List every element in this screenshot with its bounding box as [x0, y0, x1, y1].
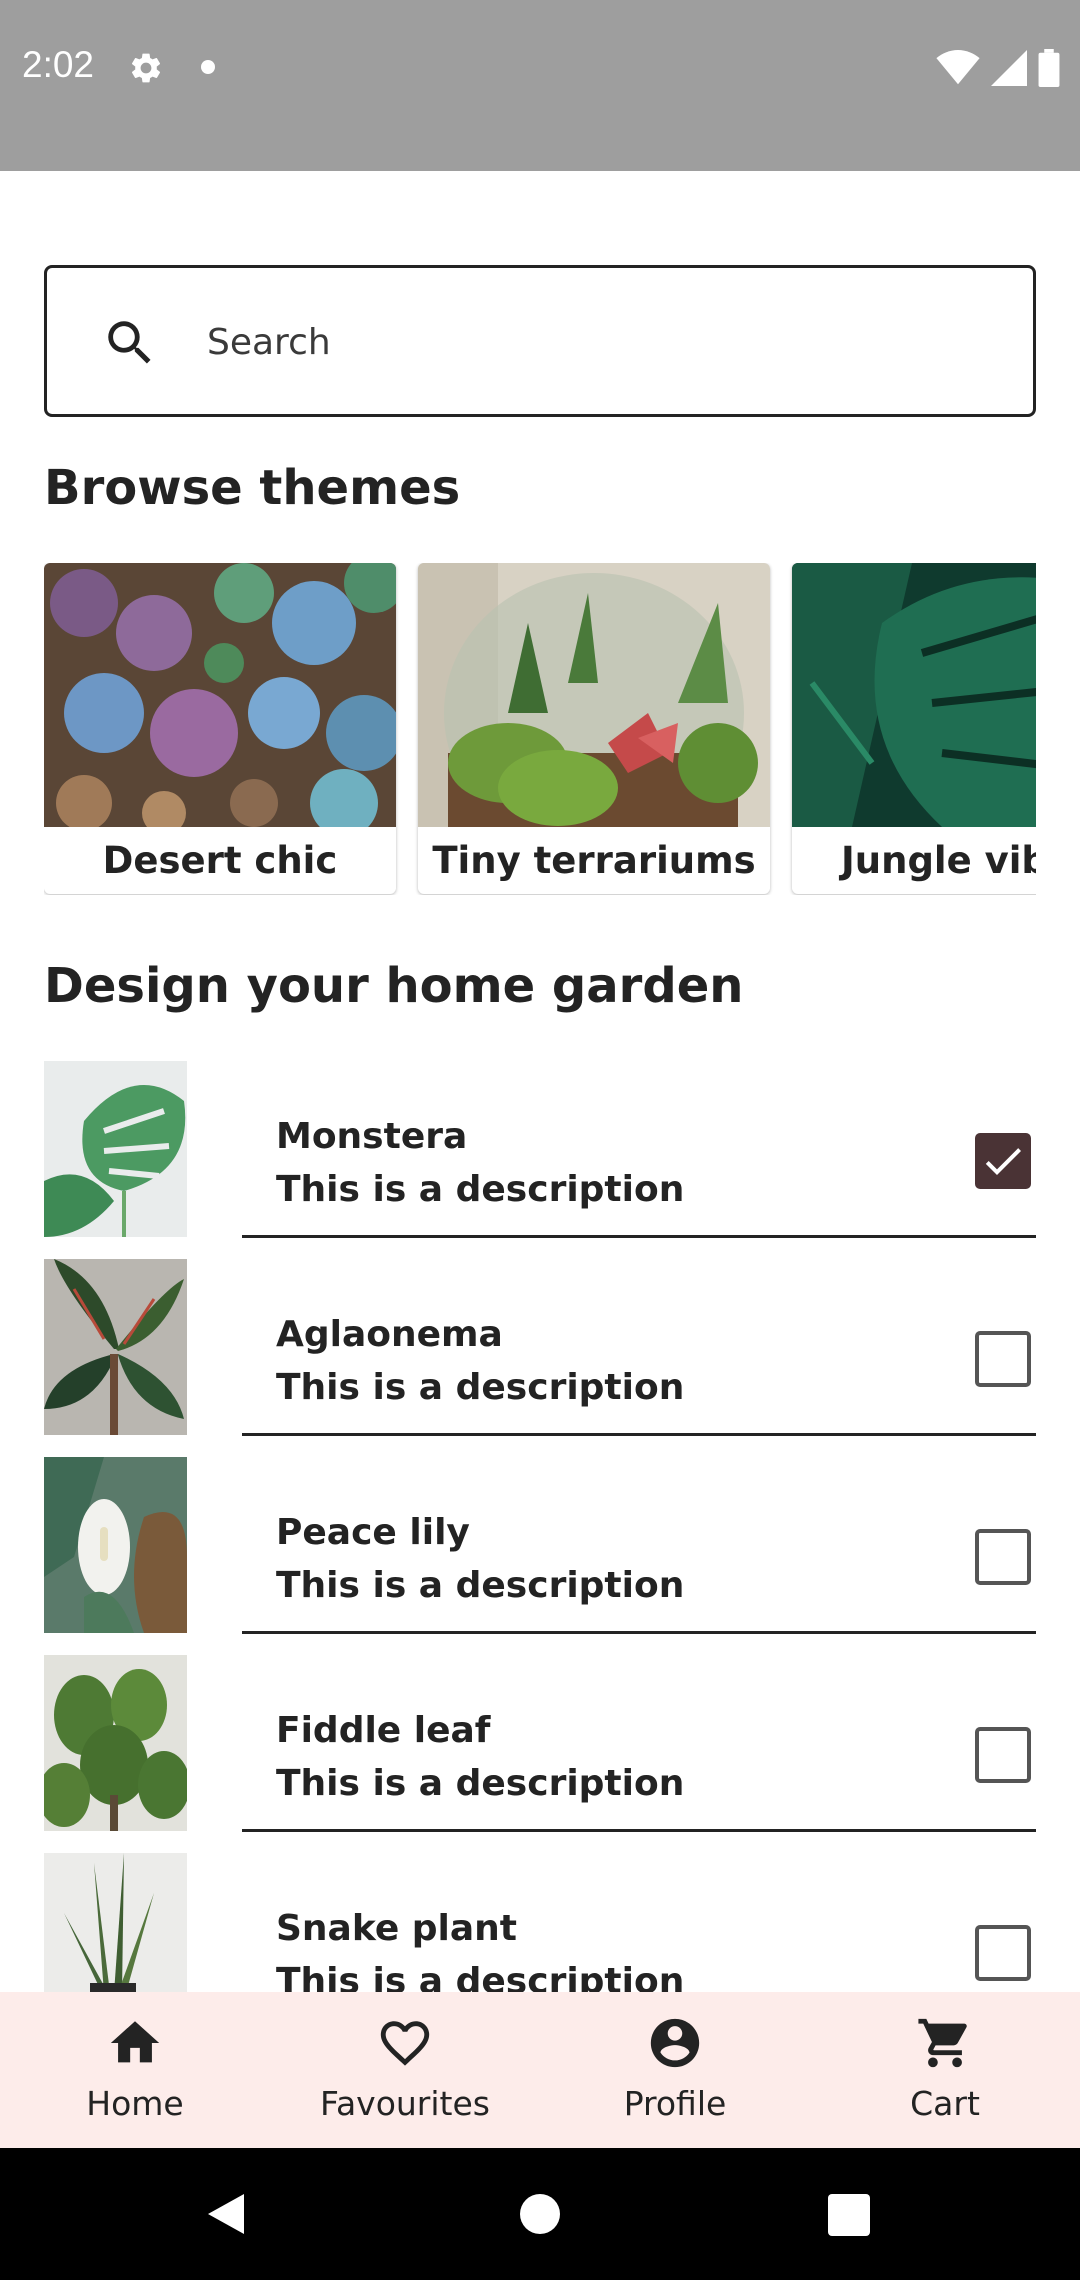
- plant-checkbox-checked[interactable]: [975, 1133, 1031, 1189]
- plant-description: This is a description: [276, 1367, 685, 1408]
- nav-item-home[interactable]: Home: [0, 1992, 270, 2148]
- plant-row-monstera[interactable]: Monstera This is a description: [44, 1061, 1036, 1239]
- plant-checkbox[interactable]: [975, 1529, 1031, 1585]
- theme-label: Desert chic: [102, 839, 338, 882]
- plant-checkbox[interactable]: [975, 1727, 1031, 1783]
- garden-title: Design your home garden: [44, 958, 744, 1014]
- heart-icon: [380, 2021, 430, 2066]
- divider: [242, 1631, 1036, 1634]
- plant-text: Peace lily This is a description: [276, 1509, 684, 1615]
- status-time: 2:02: [22, 44, 95, 85]
- plant-description: This is a description: [276, 1763, 685, 1804]
- plant-row-aglaonema[interactable]: Aglaonema This is a description: [44, 1259, 1036, 1437]
- theme-label: Tiny terrariums: [432, 839, 756, 882]
- browse-themes-title: Browse themes: [44, 460, 461, 516]
- monstera-thumbnail: [44, 1061, 187, 1237]
- status-bar: 2:02: [0, 0, 1080, 171]
- bottom-nav: Home Favourites Profile Cart: [0, 1992, 1080, 2148]
- plant-checkbox[interactable]: [975, 1331, 1031, 1387]
- notification-dot-icon: [201, 60, 215, 74]
- status-icons: [936, 48, 1060, 88]
- home-icon: [110, 2021, 160, 2063]
- search-box[interactable]: [44, 265, 1036, 417]
- monstera-leaves-image: [792, 563, 1036, 827]
- themes-carousel[interactable]: Desert chic Tiny terrariums Jungle vib: [44, 563, 1036, 895]
- theme-card-jungle-vibes[interactable]: Jungle vibes: [792, 563, 1036, 894]
- account-circle-icon: [650, 2018, 700, 2068]
- nav-label: Cart: [910, 2084, 980, 2123]
- plant-name: Fiddle leaf: [276, 1710, 491, 1751]
- check-icon: [985, 1148, 1021, 1175]
- peace-lily-thumbnail: [44, 1457, 187, 1633]
- plant-name: Snake plant: [276, 1908, 518, 1949]
- wifi-icon: [936, 50, 980, 85]
- plant-description: This is a description: [276, 1565, 685, 1606]
- divider: [242, 1433, 1036, 1436]
- plant-row-peace-lily[interactable]: Peace lily This is a description: [44, 1457, 1036, 1635]
- search-input[interactable]: [207, 308, 987, 376]
- system-nav-bar: [0, 2148, 1080, 2280]
- divider: [242, 1235, 1036, 1238]
- plant-description: This is a description: [276, 1169, 685, 1210]
- plant-name: Peace lily: [276, 1512, 470, 1553]
- nav-item-profile[interactable]: Profile: [540, 1992, 810, 2148]
- theme-label: Jungle vibes: [841, 839, 1036, 882]
- gear-icon: [131, 53, 161, 83]
- terrarium-image: [418, 563, 770, 827]
- battery-icon: [1038, 49, 1060, 87]
- search-icon: [108, 321, 151, 364]
- aglaonema-thumbnail: [44, 1259, 187, 1435]
- plant-row-snake-plant[interactable]: Snake plant This is a description: [44, 1853, 1036, 1992]
- plant-description: This is a description: [276, 1961, 685, 1992]
- plant-text: Aglaonema This is a description: [276, 1311, 684, 1417]
- recents-icon[interactable]: [828, 2194, 870, 2236]
- plant-name: Monstera: [276, 1116, 468, 1157]
- back-icon[interactable]: [204, 2192, 248, 2236]
- plant-text: Snake plant This is a description: [276, 1905, 684, 1992]
- succulents-image: [44, 563, 396, 827]
- theme-card-desert-chic[interactable]: Desert chic: [44, 563, 396, 894]
- plant-text: Fiddle leaf This is a description: [276, 1707, 684, 1813]
- nav-item-favourites[interactable]: Favourites: [270, 1992, 540, 2148]
- plant-row-fiddle-leaf[interactable]: Fiddle leaf This is a description: [44, 1655, 1036, 1833]
- cart-icon: [918, 2018, 967, 2068]
- nav-item-cart[interactable]: Cart: [810, 1992, 1080, 2148]
- nav-label: Profile: [623, 2084, 727, 2123]
- cell-signal-icon: [991, 50, 1027, 86]
- theme-card-tiny-terrariums[interactable]: Tiny terrariums: [418, 563, 770, 894]
- fiddle-leaf-thumbnail: [44, 1655, 187, 1831]
- plant-text: Monstera This is a description: [276, 1113, 684, 1219]
- nav-label: Home: [86, 2084, 184, 2123]
- nav-label: Favourites: [320, 2084, 490, 2123]
- plant-name: Aglaonema: [276, 1314, 503, 1355]
- snake-plant-thumbnail: [44, 1853, 187, 1992]
- divider: [242, 1829, 1036, 1832]
- home-circle-icon[interactable]: [518, 2192, 562, 2236]
- plant-checkbox[interactable]: [975, 1925, 1031, 1981]
